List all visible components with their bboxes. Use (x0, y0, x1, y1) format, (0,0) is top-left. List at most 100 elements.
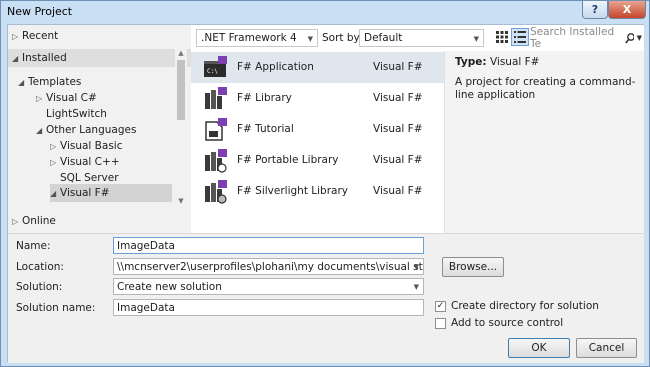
create-directory-checkbox[interactable]: ✓ Create directory for solution (435, 300, 599, 312)
template-item-fsharp-application[interactable]: C:\ F# Application Visual F# (191, 52, 444, 83)
scroll-up-icon[interactable]: ▲ (176, 48, 186, 58)
chevron-down-icon: ▼ (413, 283, 419, 291)
solution-value: Create new solution (117, 280, 222, 293)
tutorial-icon (205, 118, 227, 141)
tree-item-visual-fsharp[interactable]: ◢ Visual F# (50, 184, 172, 202)
location-value: \\mcnserver2\userprofiles\plohani\my doc… (117, 260, 423, 273)
tree-item-label: Installed (22, 52, 67, 64)
tree-item-installed[interactable]: ◢ Installed (8, 49, 191, 67)
checkmark-icon: ✓ (435, 300, 446, 312)
collapse-arrow-icon: ◢ (18, 77, 25, 87)
name-label: Name: (16, 240, 51, 252)
grid-view-icon (496, 31, 508, 43)
scroll-down-icon[interactable]: ▼ (176, 196, 186, 206)
collapse-arrow-icon: ◢ (12, 53, 19, 63)
template-language: Visual F# (373, 123, 423, 135)
tree-item-label: Visual C++ (60, 156, 120, 168)
sort-dropdown[interactable]: Default ▼ (359, 29, 484, 47)
chevron-down-icon: ▼ (473, 35, 479, 43)
chevron-down-icon: ▼ (307, 35, 313, 43)
template-language: Visual F# (373, 61, 423, 73)
template-name: F# Library (237, 92, 292, 104)
project-name-input[interactable]: ImageData (113, 237, 424, 254)
tree-item-label: Visual Basic (60, 140, 123, 152)
expand-arrow-icon: ▷ (12, 216, 19, 226)
library-icon (205, 87, 227, 109)
tree-item-label: LightSwitch (46, 108, 107, 120)
silverlight-library-icon (205, 180, 227, 204)
template-language: Visual F# (373, 154, 423, 166)
location-label: Location: (16, 261, 64, 273)
cancel-button[interactable]: Cancel (576, 338, 637, 358)
search-placeholder: Search Installed Te (530, 26, 615, 50)
collapse-arrow-icon: ◢ (36, 125, 43, 135)
checkbox-empty-icon (435, 317, 446, 329)
solution-name-input[interactable]: ImageData (113, 299, 424, 316)
template-description-text: A project for creating a command-line ap… (455, 76, 636, 101)
window-title: New Project (7, 5, 73, 18)
collapse-arrow-icon: ◢ (50, 188, 57, 198)
solution-name-label: Solution name: (16, 302, 96, 314)
expand-arrow-icon: ▷ (12, 31, 19, 41)
expand-arrow-icon: ▷ (36, 93, 43, 103)
solution-name-value: ImageData (117, 301, 175, 314)
tree-item-online[interactable]: ▷ Online (12, 212, 172, 230)
template-list: C:\ F# Application Visual F# F# Library … (191, 51, 444, 233)
close-button[interactable]: X (608, 1, 646, 19)
template-name: F# Portable Library (237, 154, 339, 166)
template-toolbar: .NET Framework 4 ▼ Sort by: Default ▼ Se… (191, 25, 644, 51)
create-directory-label: Create directory for solution (451, 300, 599, 312)
framework-dropdown[interactable]: .NET Framework 4 ▼ (196, 29, 318, 47)
expand-arrow-icon: ▷ (50, 141, 57, 151)
sort-value: Default (364, 32, 403, 44)
template-name: F# Application (237, 61, 314, 73)
svg-text:C:\: C:\ (207, 68, 218, 75)
small-icons-view-button[interactable] (493, 28, 511, 46)
type-label: Type: (455, 56, 487, 68)
template-item-fsharp-silverlight-library[interactable]: F# Silverlight Library Visual F# (191, 176, 444, 207)
type-value: Visual F# (489, 56, 540, 68)
tree-item-label: Recent (22, 30, 59, 42)
project-details-form: Name: ImageData Location: \\mcnserver2\u… (8, 233, 644, 363)
template-name: F# Silverlight Library (237, 185, 348, 197)
tree-item-label: Other Languages (46, 124, 137, 136)
title-bar[interactable]: New Project ? X (1, 1, 649, 23)
solution-label: Solution: (16, 281, 63, 293)
template-language: Visual F# (373, 92, 423, 104)
search-options-chevron-icon[interactable]: ▼ (637, 34, 642, 42)
template-item-fsharp-tutorial[interactable]: F# Tutorial Visual F# (191, 114, 444, 145)
list-view-button[interactable] (511, 28, 529, 46)
ok-button[interactable]: OK (508, 338, 570, 358)
list-view-icon (514, 31, 526, 43)
source-control-label: Add to source control (451, 317, 564, 329)
project-name-value: ImageData (117, 239, 175, 252)
help-button[interactable]: ? (582, 1, 608, 19)
scrollbar-thumb[interactable] (177, 60, 185, 120)
sort-by-label: Sort by: (322, 32, 363, 44)
console-app-icon: C:\ (204, 56, 227, 77)
chevron-down-icon: ▼ (413, 263, 419, 271)
dialog-client: ▷ Recent ◢ Installed ◢ Templates ▷ Visua… (7, 24, 644, 363)
search-icon (624, 32, 634, 44)
location-combo[interactable]: \\mcnserver2\userprofiles\plohani\my doc… (113, 258, 424, 275)
tree-item-label: Visual C# (46, 92, 97, 104)
tree-item-label: Online (22, 215, 56, 227)
solution-dropdown[interactable]: Create new solution ▼ (113, 278, 424, 295)
new-project-dialog: New Project ? X ▷ Recent ◢ Installed ◢ T… (0, 0, 650, 367)
template-language: Visual F# (373, 185, 423, 197)
template-tree: ▷ Recent ◢ Installed ◢ Templates ▷ Visua… (8, 25, 191, 233)
browse-button[interactable]: Browse... (442, 257, 504, 277)
search-installed-input[interactable]: Search Installed Te ▼ (530, 26, 642, 50)
tree-item-label: Templates (28, 76, 82, 88)
template-item-fsharp-portable-library[interactable]: F# Portable Library Visual F# (191, 145, 444, 176)
add-source-control-checkbox[interactable]: Add to source control (435, 317, 563, 329)
tree-item-label: SQL Server (60, 172, 119, 184)
template-name: F# Tutorial (237, 123, 294, 135)
framework-value: .NET Framework 4 (201, 32, 297, 44)
template-item-fsharp-library[interactable]: F# Library Visual F# (191, 83, 444, 114)
tree-item-recent[interactable]: ▷ Recent (12, 27, 172, 45)
tree-scrollbar[interactable]: ▲ ▼ (175, 48, 187, 208)
expand-arrow-icon: ▷ (50, 157, 57, 167)
tree-item-label: Visual F# (60, 187, 110, 199)
portable-library-icon (205, 149, 227, 173)
